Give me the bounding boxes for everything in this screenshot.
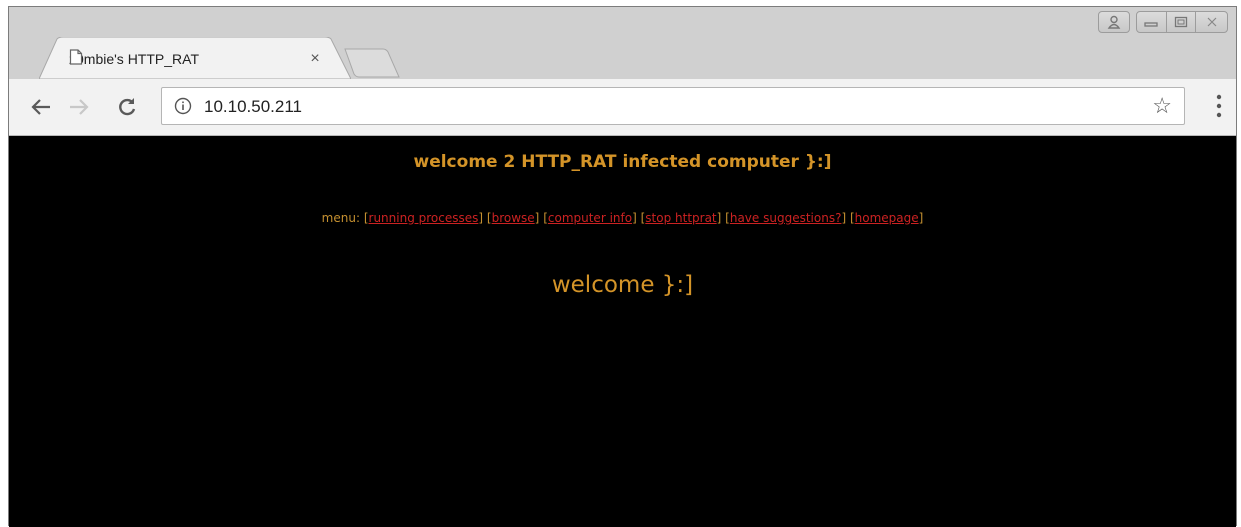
browser-tab[interactable]: z0mbie's HTTP_RAT × (39, 37, 351, 79)
browser-toolbar: 10.10.50.211 ☆ (9, 79, 1236, 136)
new-tab-button[interactable] (343, 47, 403, 79)
minimize-icon[interactable] (1137, 12, 1166, 32)
url-text[interactable]: 10.10.50.211 (204, 97, 302, 117)
window-button-group (1136, 11, 1228, 33)
page-icon (69, 49, 83, 65)
menu-dots-icon[interactable] (1216, 93, 1222, 121)
reload-button[interactable] (115, 95, 139, 119)
welcome-message: welcome }:] (551, 272, 694, 298)
tab-title: z0mbie's HTTP_RAT (69, 51, 199, 67)
maximize-icon[interactable] (1165, 12, 1196, 32)
tab-close-icon[interactable]: × (307, 50, 323, 68)
menu-prefix: menu: (321, 211, 360, 225)
window-controls (1098, 11, 1228, 37)
forward-button[interactable] (67, 95, 91, 119)
star-icon[interactable]: ☆ (1152, 93, 1172, 119)
browser-window: z0mbie's HTTP_RAT × 10.10.50.211 ☆ welco… (8, 6, 1237, 527)
back-arrow-icon (31, 99, 50, 115)
menu-link-have-suggestions[interactable]: have suggestions? (730, 211, 842, 225)
back-button[interactable] (29, 95, 53, 119)
title-bar: z0mbie's HTTP_RAT × (9, 7, 1236, 85)
menu-link-computer-info[interactable]: computer info (548, 211, 632, 225)
menu-link-homepage[interactable]: homepage (855, 211, 919, 225)
menu-link-stop-httprat[interactable]: stop httprat (645, 211, 716, 225)
menu-link-browse[interactable]: browse (492, 211, 535, 225)
page-headline: welcome 2 HTTP_RAT infected computer }:] (413, 152, 832, 172)
address-bar[interactable]: 10.10.50.211 ☆ (161, 87, 1185, 125)
reload-icon (119, 98, 136, 116)
menu-link-running-processes[interactable]: running processes (369, 211, 479, 225)
user-icon[interactable] (1098, 11, 1130, 33)
rat-menu: menu: [running processes] [browse] [comp… (321, 211, 924, 225)
info-icon[interactable] (174, 97, 192, 115)
page-viewport: welcome 2 HTTP_RAT infected computer }:]… (9, 136, 1236, 527)
close-window-icon[interactable] (1195, 12, 1227, 32)
forward-arrow-icon (70, 99, 89, 115)
